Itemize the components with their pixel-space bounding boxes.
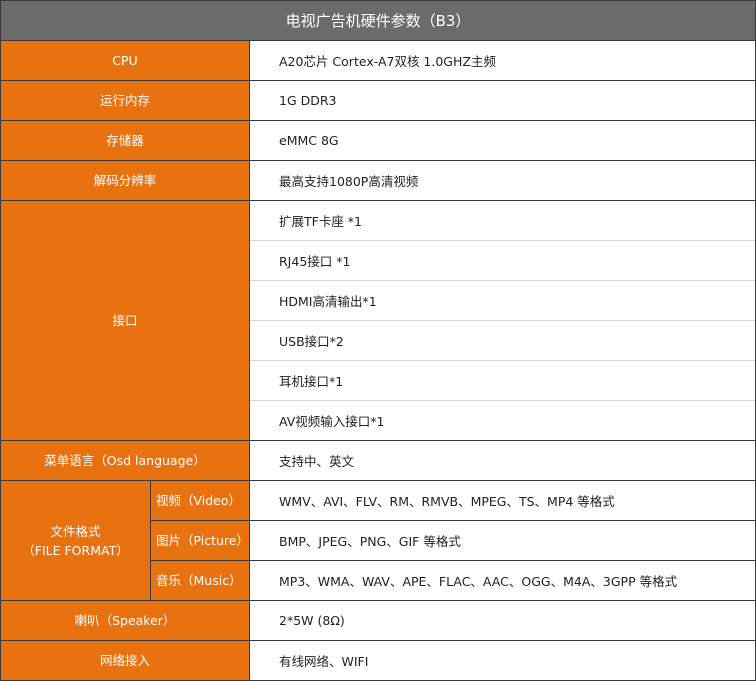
label-storage: 存储器 xyxy=(1,121,250,161)
value-interface-3: HDMI高清输出*1 xyxy=(250,281,755,321)
value-interface-2: RJ45接口 *1 xyxy=(250,241,755,281)
value-music: MP3、WMA、WAV、APE、FLAC、AAC、OGG、M4A、3GPP 等格… xyxy=(250,561,755,601)
value-network: 有线网络、WIFI xyxy=(279,654,369,669)
value-video: WMV、AVI、FLV、RM、RMVB、MPEG、TS、MP4 等格式 xyxy=(250,481,755,521)
label-osd: 菜单语言（Osd language） xyxy=(1,441,250,481)
label-interfaces: 接口 xyxy=(1,201,250,441)
value-resolution: 最高支持1080P高清视频 xyxy=(250,161,755,201)
value-interface-6: AV视频输入接口*1 xyxy=(250,401,755,441)
label-file-format-line1: 文件格式 xyxy=(50,523,101,539)
value-storage: eMMC 8G xyxy=(250,121,755,161)
label-file-format: 文件格式 （FILE FORMAT） xyxy=(1,481,151,601)
label-cpu: CPU xyxy=(1,41,250,81)
label-network: 网络接入 xyxy=(1,641,250,680)
value-interface-5: 耳机接口*1 xyxy=(250,361,755,401)
value-picture: BMP、JPEG、PNG、GIF 等格式 xyxy=(250,521,755,561)
label-picture: 图片（Picture） xyxy=(151,521,250,561)
value-speaker: 2*5W (8Ω) xyxy=(250,601,755,641)
value-osd: 支持中、英文 xyxy=(250,441,755,481)
label-speaker: 喇叭（Speaker） xyxy=(1,601,250,641)
label-video: 视频（Video） xyxy=(151,481,250,521)
table-title: 电视广告机硬件参数（B3） xyxy=(1,1,755,41)
value-ram: 1G DDR3 xyxy=(250,81,755,121)
value-interface-4: USB接口*2 xyxy=(250,321,755,361)
label-file-format-line2: （FILE FORMAT） xyxy=(22,542,129,558)
label-resolution: 解码分辨率 xyxy=(1,161,250,201)
label-ram: 运行内存 xyxy=(1,81,250,121)
value-interface-1: 扩展TF卡座 *1 xyxy=(250,201,755,241)
value-cpu: A20芯片 Cortex-A7双核 1.0GHZ主频 xyxy=(250,41,755,81)
label-music: 音乐（Music） xyxy=(151,561,250,601)
spec-table: 电视广告机硬件参数（B3） CPU A20芯片 Cortex-A7双核 1.0G… xyxy=(0,0,756,681)
